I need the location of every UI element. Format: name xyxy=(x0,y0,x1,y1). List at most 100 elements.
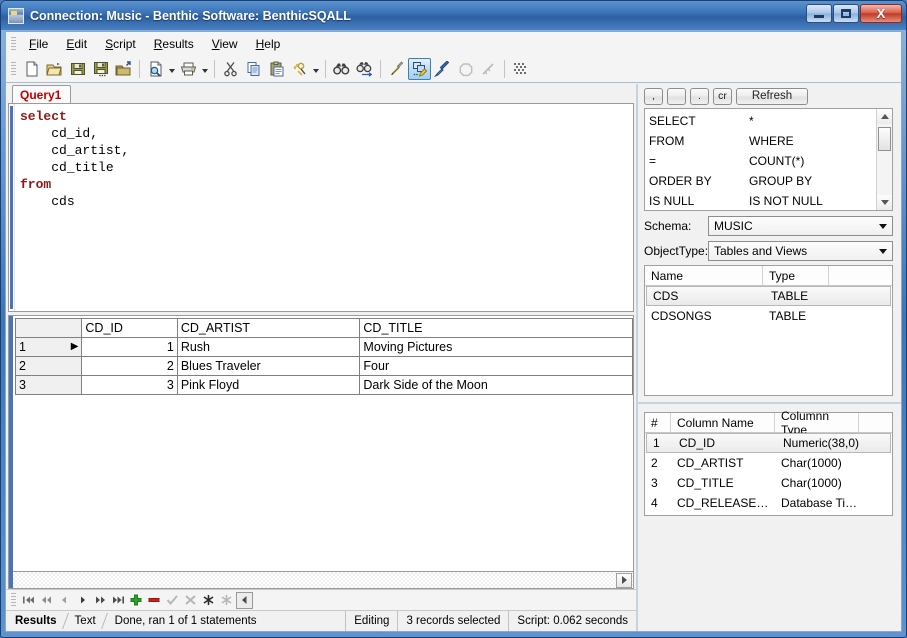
keyword-star[interactable]: * xyxy=(749,114,876,128)
side-panel-divider[interactable] xyxy=(638,402,901,404)
column-col-header-type[interactable]: Columnn Type xyxy=(775,413,859,432)
row-indicator-3[interactable]: 3 xyxy=(16,376,82,395)
row-indicator-1[interactable]: 1▶ xyxy=(16,338,82,357)
cut-icon[interactable] xyxy=(219,58,242,80)
next-record-button[interactable] xyxy=(74,592,91,609)
table-row[interactable]: 1▶ 1 Rush Moving Pictures xyxy=(16,338,633,357)
menu-file[interactable]: File xyxy=(20,34,57,54)
list-item[interactable]: 3 CD_TITLE Char(1000) xyxy=(645,473,892,493)
insert-record-button[interactable] xyxy=(128,592,145,609)
editor-text[interactable]: select cd_id, cd_artist, cd_title from c… xyxy=(15,104,633,311)
cell-cd-title[interactable]: Four xyxy=(360,357,633,376)
find-next-icon[interactable] xyxy=(353,58,376,80)
prior-record-button[interactable] xyxy=(56,592,73,609)
close-button[interactable]: X xyxy=(860,4,902,23)
insert-space-button[interactable] xyxy=(667,88,686,105)
keyword-group-by[interactable]: GROUP BY xyxy=(749,174,876,188)
col-header-rownum[interactable] xyxy=(16,319,82,338)
keyword-is-null[interactable]: IS NULL xyxy=(649,194,749,208)
execute-to-grid-icon[interactable] xyxy=(408,58,431,80)
grid-tools-icon[interactable] xyxy=(509,58,532,80)
first-record-button[interactable] xyxy=(20,592,37,609)
explain-plan-icon[interactable] xyxy=(431,58,454,80)
clear-filter-button[interactable] xyxy=(218,592,235,609)
find-icon[interactable] xyxy=(330,58,353,80)
print-dropdown-arrow[interactable] xyxy=(200,58,210,80)
menubar-gripper[interactable] xyxy=(10,36,17,52)
table-row[interactable]: 2 2 Blues Traveler Four xyxy=(16,357,633,376)
results-table[interactable]: CD_ID CD_ARTIST CD_TITLE 1▶ 1 Rush Movin… xyxy=(15,318,633,395)
keyword-from[interactable]: FROM xyxy=(649,134,749,148)
scroll-up-arrow-icon[interactable] xyxy=(877,109,892,124)
list-item[interactable]: CDSONGS TABLE xyxy=(645,306,892,326)
object-list[interactable]: Name Type CDS TABLE CDSONGS TABLE xyxy=(644,265,893,396)
cell-cd-id[interactable]: 3 xyxy=(82,376,177,395)
keyword-list-scrollbar[interactable] xyxy=(876,109,892,210)
col-header-cd-artist[interactable]: CD_ARTIST xyxy=(177,319,360,338)
keyword-count[interactable]: COUNT(*) xyxy=(749,154,876,168)
status-tab-results[interactable]: Results xyxy=(6,611,66,631)
last-record-button[interactable] xyxy=(110,592,127,609)
column-col-header-num[interactable]: # xyxy=(645,413,671,432)
list-item[interactable]: 2 CD_ARTIST Char(1000) xyxy=(645,453,892,473)
col-header-cd-id[interactable]: CD_ID xyxy=(82,319,177,338)
list-item[interactable]: SELECT * xyxy=(649,111,876,131)
cell-cd-artist[interactable]: Blues Traveler xyxy=(177,357,360,376)
list-item[interactable]: FROM WHERE xyxy=(649,131,876,151)
menu-help[interactable]: Help xyxy=(247,34,290,54)
save-icon[interactable] xyxy=(66,58,89,80)
insert-period-button[interactable]: . xyxy=(690,88,709,105)
column-col-header-name[interactable]: Column Name xyxy=(671,413,775,432)
keyword-is-not-null[interactable]: IS NOT NULL xyxy=(749,194,876,208)
print-preview-icon[interactable] xyxy=(144,58,167,80)
cell-cd-title[interactable]: Dark Side of the Moon xyxy=(360,376,633,395)
paste-icon[interactable] xyxy=(265,58,288,80)
list-item[interactable]: = COUNT(*) xyxy=(649,151,876,171)
keyword-where[interactable]: WHERE xyxy=(749,134,876,148)
new-file-icon[interactable] xyxy=(20,58,43,80)
list-item[interactable]: 4 CD_RELEASE… Database Ti… xyxy=(645,493,892,513)
sql-editor[interactable]: select cd_id, cd_artist, cd_title from c… xyxy=(8,103,634,312)
object-col-header-type[interactable]: Type xyxy=(763,266,829,285)
cell-cd-artist[interactable]: Pink Floyd xyxy=(177,376,360,395)
tab-query1[interactable]: Query1 xyxy=(12,85,71,104)
sql-dropdown-arrow[interactable] xyxy=(311,58,321,80)
menu-script[interactable]: Script xyxy=(96,34,145,54)
schema-select[interactable]: MUSIC xyxy=(708,216,893,236)
results-horizontal-scrollbar[interactable] xyxy=(9,571,633,588)
commit-icon[interactable] xyxy=(477,58,500,80)
minimize-button[interactable] xyxy=(806,4,832,23)
scrollbar-thumb[interactable] xyxy=(878,127,891,151)
cell-cd-id[interactable]: 1 xyxy=(82,338,177,357)
refresh-button[interactable]: Refresh xyxy=(736,88,808,105)
keyword-list[interactable]: SELECT * FROM WHERE = COUNT(*) ORDER B xyxy=(644,108,893,211)
open-file-icon[interactable] xyxy=(43,58,66,80)
keyword-equals[interactable]: = xyxy=(649,154,749,168)
navigator-gripper[interactable] xyxy=(10,592,17,608)
chevron-down-icon[interactable] xyxy=(874,218,891,234)
refresh-record-button[interactable] xyxy=(200,592,217,609)
scroll-down-arrow-icon[interactable] xyxy=(877,195,892,210)
copy-icon[interactable] xyxy=(242,58,265,80)
row-indicator-2[interactable]: 2 xyxy=(16,357,82,376)
post-edit-button[interactable] xyxy=(164,592,181,609)
cell-cd-artist[interactable]: Rush xyxy=(177,338,360,357)
column-list[interactable]: # Column Name Columnn Type 1 CD_ID Numer… xyxy=(644,412,893,516)
list-item[interactable]: 1 CD_ID Numeric(38,0) xyxy=(646,433,891,453)
objecttype-select[interactable]: Tables and Views xyxy=(708,241,893,261)
keyword-order-by[interactable]: ORDER BY xyxy=(649,174,749,188)
open-folder-icon[interactable] xyxy=(112,58,135,80)
cell-cd-id[interactable]: 2 xyxy=(82,357,177,376)
list-item[interactable]: IS NULL IS NOT NULL xyxy=(649,191,876,211)
chevron-down-icon[interactable] xyxy=(874,243,891,259)
insert-comma-button[interactable]: , xyxy=(644,88,663,105)
maximize-button[interactable] xyxy=(833,4,859,23)
insert-carriage-return-button[interactable]: cr xyxy=(713,88,732,105)
collapse-panel-button[interactable] xyxy=(236,592,253,609)
next-page-button[interactable] xyxy=(92,592,109,609)
table-row[interactable]: 3 3 Pink Floyd Dark Side of the Moon xyxy=(16,376,633,395)
menu-view[interactable]: View xyxy=(203,34,247,54)
list-item[interactable]: ORDER BY GROUP BY xyxy=(649,171,876,191)
print-icon[interactable] xyxy=(177,58,200,80)
delete-record-button[interactable] xyxy=(146,592,163,609)
